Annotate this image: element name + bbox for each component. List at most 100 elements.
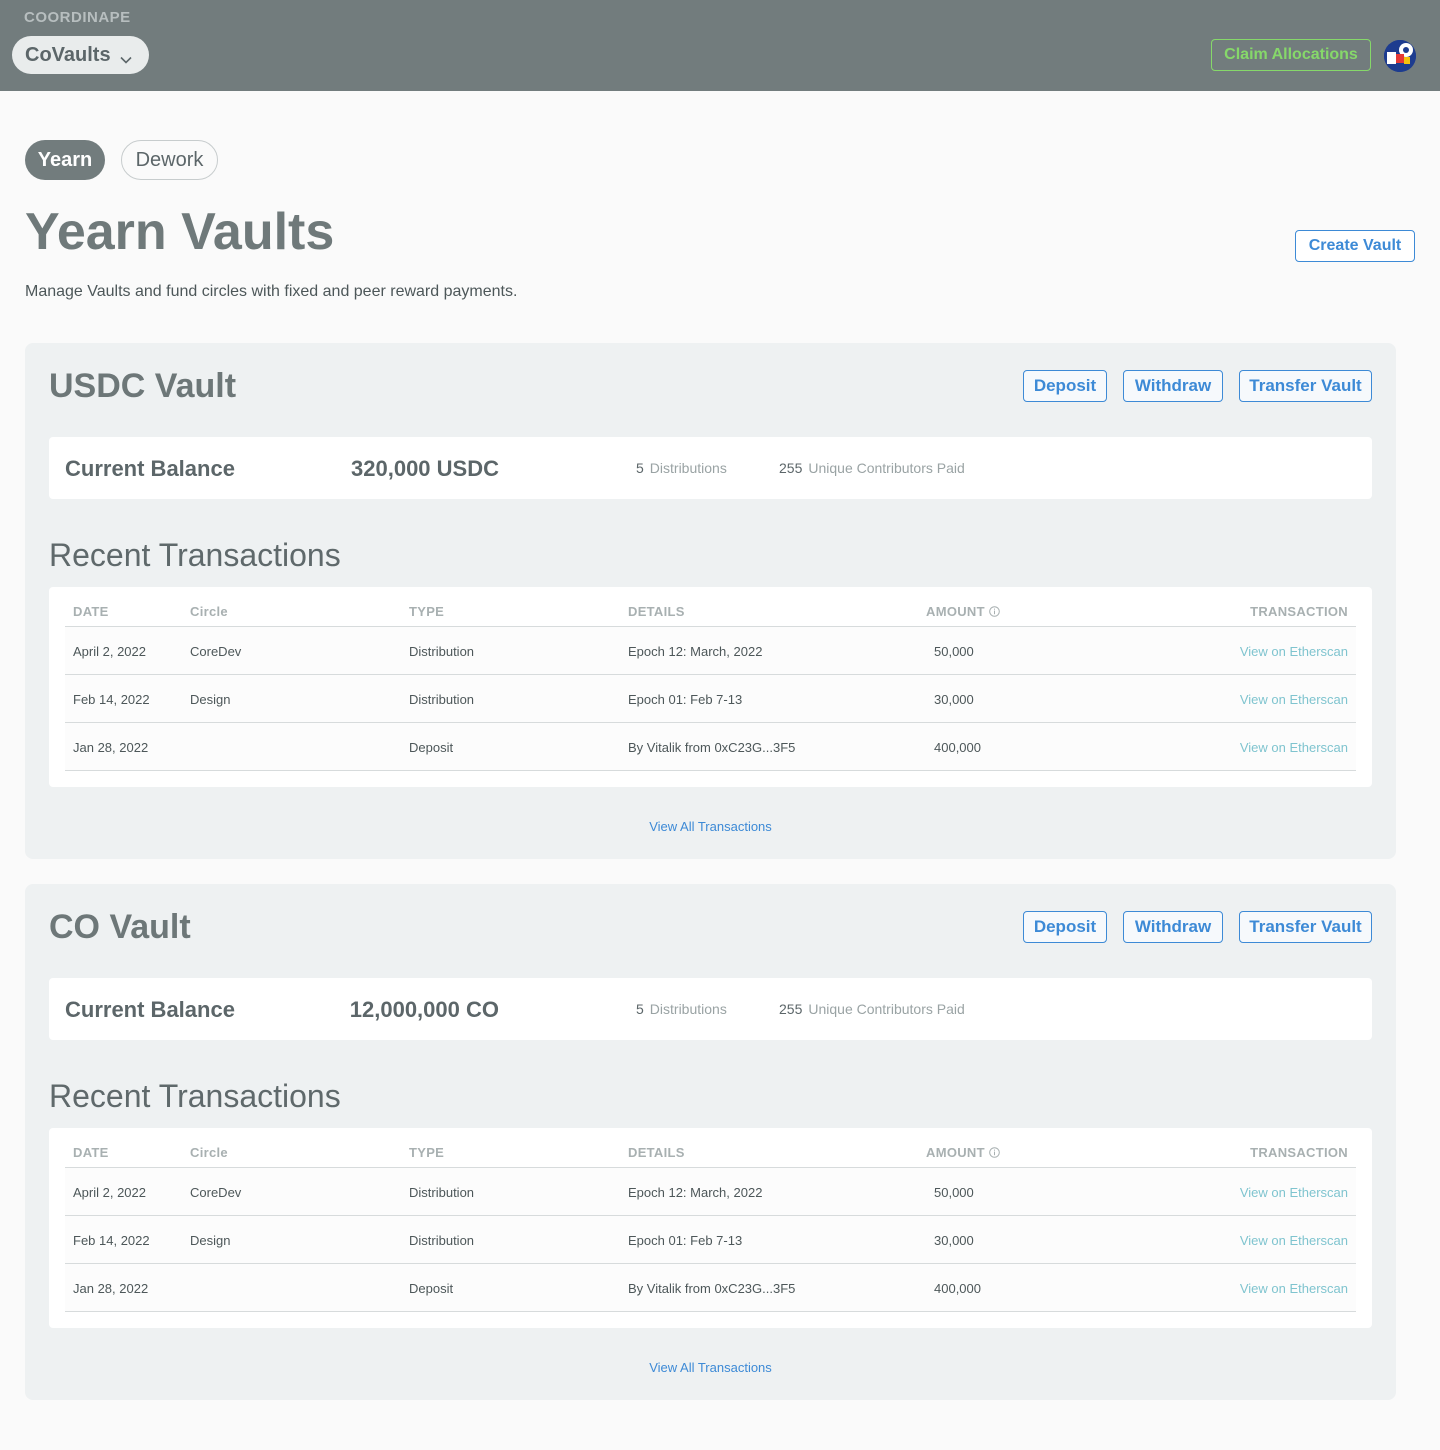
etherscan-link[interactable]: View on Etherscan <box>1240 1185 1348 1200</box>
contributors-label: Unique Contributors Paid <box>808 460 965 476</box>
column-header-circle: Circle <box>190 604 228 619</box>
column-header-details: DETAILS <box>628 1145 685 1160</box>
table-row: Feb 14, 2022 Design Distribution Epoch 0… <box>65 675 1356 723</box>
table-row: Jan 28, 2022 Deposit By Vitalik from 0xC… <box>65 723 1356 771</box>
distributions-label: Distributions <box>649 460 727 476</box>
etherscan-link[interactable]: View on Etherscan <box>1240 1281 1348 1296</box>
page-title: Yearn Vaults <box>25 203 335 261</box>
cell-details: Epoch 01: Feb 7-13 <box>628 1233 743 1248</box>
balance-label: Current Balance <box>65 997 235 1022</box>
cell-details: Epoch 01: Feb 7-13 <box>628 692 743 707</box>
balance-amount: 320,000 USDC <box>351 456 499 481</box>
info-icon[interactable] <box>989 1146 1000 1158</box>
page-subtitle: Manage Vaults and fund circles with fixe… <box>25 283 518 300</box>
circle-select-dropdown[interactable]: CoVaults <box>12 36 149 74</box>
column-header-date: DATE <box>73 1145 109 1160</box>
cell-circle: CoreDev <box>190 1185 242 1200</box>
column-header-amount: AMOUNT <box>926 604 1000 619</box>
etherscan-link[interactable]: View on Etherscan <box>1240 644 1348 659</box>
balance-card: Current Balance 12,000,000 CO 5 Distribut… <box>49 978 1372 1040</box>
vault-title: USDC Vault <box>49 367 237 405</box>
recent-transactions-title: Recent Transactions <box>49 1078 341 1114</box>
top-nav-bar: COORDINAPE CoVaults Claim Allocations <box>0 0 1440 91</box>
cell-amount: 50,000 <box>934 1185 974 1200</box>
recent-transactions-title: Recent Transactions <box>49 537 341 573</box>
tab-yearn[interactable]: Yearn <box>25 140 105 180</box>
cell-circle: CoreDev <box>190 644 242 659</box>
column-header-amount: AMOUNT <box>926 1145 1000 1160</box>
table-header: DATE Circle TYPE DETAILS AMOUNT TRANSACT… <box>65 587 1356 627</box>
etherscan-link[interactable]: View on Etherscan <box>1240 1233 1348 1248</box>
cell-details: By Vitalik from 0xC23G...3F5 <box>628 1281 796 1296</box>
column-header-details: DETAILS <box>628 604 685 619</box>
circle-select-label: CoVaults <box>25 43 111 66</box>
transfer-vault-button[interactable]: Transfer Vault <box>1239 370 1372 402</box>
column-header-transaction: TRANSACTION <box>1250 1145 1348 1160</box>
cell-details: By Vitalik from 0xC23G...3F5 <box>628 740 796 755</box>
table-header: DATE Circle TYPE DETAILS AMOUNT TRANSACT… <box>65 1128 1356 1168</box>
cell-amount: 50,000 <box>934 644 974 659</box>
vault-card-co: CO Vault Deposit Withdraw Transfer Vault… <box>25 884 1396 1400</box>
distributions-count: 5 <box>636 1001 644 1017</box>
deposit-button[interactable]: Deposit <box>1023 911 1107 943</box>
cell-date: April 2, 2022 <box>73 1185 146 1200</box>
cell-date: Feb 14, 2022 <box>73 1233 150 1248</box>
transactions-table: DATE Circle TYPE DETAILS AMOUNT TRANSACT… <box>49 587 1372 787</box>
cell-details: Epoch 12: March, 2022 <box>628 644 763 659</box>
cell-type: Deposit <box>409 1281 454 1296</box>
view-all-transactions-link[interactable]: View All Transactions <box>25 819 1396 834</box>
table-row: Feb 14, 2022 Design Distribution Epoch 0… <box>65 1216 1356 1264</box>
view-all-transactions-link[interactable]: View All Transactions <box>25 1360 1396 1375</box>
contributors-stat: 255 Unique Contributors Paid <box>779 1001 965 1017</box>
cell-date: Feb 14, 2022 <box>73 692 150 707</box>
etherscan-link[interactable]: View on Etherscan <box>1240 740 1348 755</box>
cell-date: Jan 28, 2022 <box>73 1281 149 1296</box>
info-icon[interactable] <box>989 605 1000 617</box>
withdraw-button[interactable]: Withdraw <box>1123 370 1223 402</box>
contributors-stat: 255 Unique Contributors Paid <box>779 460 965 476</box>
cell-circle: Design <box>190 1233 231 1248</box>
cell-date: April 2, 2022 <box>73 644 146 659</box>
cell-type: Distribution <box>409 692 475 707</box>
balance-card: Current Balance 320,000 USDC 5 Distributi… <box>49 437 1372 499</box>
cell-type: Deposit <box>409 740 454 755</box>
vault-card-usdc: USDC Vault Deposit Withdraw Transfer Vau… <box>25 343 1396 859</box>
transfer-vault-button[interactable]: Transfer Vault <box>1239 911 1372 943</box>
table-row: Jan 28, 2022 Deposit By Vitalik from 0xC… <box>65 1264 1356 1312</box>
tab-dework[interactable]: Dework <box>121 140 218 180</box>
brand-logo: COORDINAPE <box>24 9 131 26</box>
column-header-transaction: TRANSACTION <box>1250 604 1348 619</box>
contributors-count: 255 <box>779 1001 803 1017</box>
cell-amount: 400,000 <box>934 1281 981 1296</box>
contributors-count: 255 <box>779 460 803 476</box>
contributors-label: Unique Contributors Paid <box>808 1001 965 1017</box>
cell-amount: 400,000 <box>934 740 981 755</box>
user-avatar[interactable] <box>1384 40 1416 72</box>
cell-type: Distribution <box>409 1233 475 1248</box>
cell-details: Epoch 12: March, 2022 <box>628 1185 763 1200</box>
distributions-stat: 5 Distributions <box>636 1001 727 1017</box>
cell-date: Jan 28, 2022 <box>73 740 149 755</box>
chevron-down-icon <box>120 49 132 64</box>
withdraw-button[interactable]: Withdraw <box>1123 911 1223 943</box>
claim-allocations-button[interactable]: Claim Allocations <box>1211 39 1371 71</box>
balance-amount: 12,000,000 CO <box>349 997 499 1022</box>
column-header-date: DATE <box>73 604 109 619</box>
cell-amount: 30,000 <box>934 692 974 707</box>
column-header-circle: Circle <box>190 1145 228 1160</box>
create-vault-button[interactable]: Create Vault <box>1295 230 1415 262</box>
cell-type: Distribution <box>409 644 475 659</box>
etherscan-link[interactable]: View on Etherscan <box>1240 692 1348 707</box>
column-header-type: TYPE <box>409 1145 445 1160</box>
transactions-table: DATE Circle TYPE DETAILS AMOUNT TRANSACT… <box>49 1128 1372 1328</box>
vault-title: CO Vault <box>49 908 191 946</box>
table-row: April 2, 2022 CoreDev Distribution Epoch… <box>65 1168 1356 1216</box>
column-header-amount-label: AMOUNT <box>926 1145 985 1160</box>
distributions-label: Distributions <box>649 1001 727 1017</box>
cell-type: Distribution <box>409 1185 475 1200</box>
distributions-stat: 5 Distributions <box>636 460 727 476</box>
column-header-amount-label: AMOUNT <box>926 604 985 619</box>
deposit-button[interactable]: Deposit <box>1023 370 1107 402</box>
balance-label: Current Balance <box>65 456 235 481</box>
cell-circle: Design <box>190 692 231 707</box>
